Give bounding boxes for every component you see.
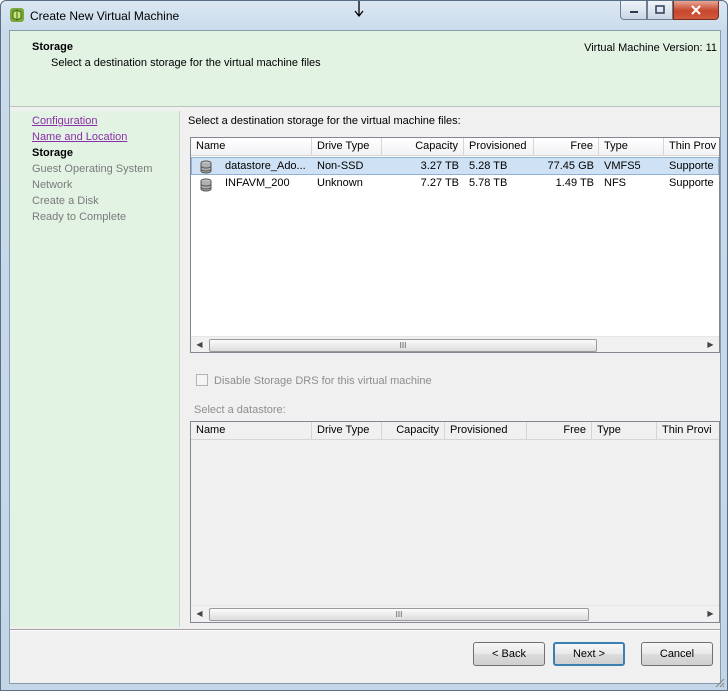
nav-item-create-disk: Create a Disk bbox=[32, 195, 99, 207]
cell-name: INFAVM_200 bbox=[225, 177, 290, 189]
maximize-button[interactable] bbox=[647, 1, 673, 20]
cell-capacity: 7.27 TB bbox=[420, 177, 459, 189]
cell-drive-type: Non-SSD bbox=[317, 160, 364, 172]
wizard-body: Storage Select a destination storage for… bbox=[9, 30, 721, 684]
cell-capacity: 3.27 TB bbox=[420, 160, 459, 172]
window-frame: Create New Virtual Machine Storage Selec… bbox=[0, 0, 728, 691]
column-header-name[interactable]: Name bbox=[191, 422, 312, 440]
wizard-header: Storage Select a destination storage for… bbox=[10, 31, 720, 107]
maximize-icon bbox=[655, 5, 665, 14]
datastore-icon bbox=[200, 178, 212, 192]
cell-provisioned: 5.28 TB bbox=[469, 160, 508, 172]
cell-provisioned: 5.78 TB bbox=[469, 177, 508, 189]
page-subtitle: Select a destination storage for the vir… bbox=[51, 57, 321, 69]
close-button[interactable] bbox=[673, 1, 719, 20]
nav-item-guest-os: Guest Operating System bbox=[32, 163, 153, 175]
horizontal-scrollbar[interactable]: ◀ III ▶ bbox=[191, 605, 719, 622]
cell-drive-type: Unknown bbox=[317, 177, 363, 189]
scrollbar-thumb[interactable]: III bbox=[209, 608, 589, 621]
column-header-free[interactable]: Free bbox=[527, 422, 592, 440]
wizard-steps-nav: Configuration Name and Location Storage … bbox=[10, 111, 180, 627]
storage-table-label: Select a destination storage for the vir… bbox=[188, 115, 461, 127]
column-header-free[interactable]: Free bbox=[534, 138, 599, 156]
table-row[interactable]: datastore_Ado... Non-SSD 3.27 TB 5.28 TB… bbox=[191, 157, 719, 175]
storage-table[interactable]: Name Drive Type Capacity Provisioned Fre… bbox=[190, 137, 720, 353]
cell-name: datastore_Ado... bbox=[225, 160, 306, 172]
column-header-capacity[interactable]: Capacity bbox=[382, 422, 445, 440]
minimize-button[interactable] bbox=[620, 1, 647, 20]
cell-type: VMFS5 bbox=[604, 160, 641, 172]
nav-item-configuration[interactable]: Configuration bbox=[32, 115, 97, 127]
minimize-icon bbox=[629, 11, 638, 13]
column-header-type[interactable]: Type bbox=[592, 422, 657, 440]
horizontal-scrollbar[interactable]: ◀ III ▶ bbox=[191, 336, 719, 352]
vm-version-label: Virtual Machine Version: 11 bbox=[584, 42, 717, 54]
table-header: Name Drive Type Capacity Provisioned Fre… bbox=[191, 138, 719, 156]
column-header-drive-type[interactable]: Drive Type bbox=[312, 422, 382, 440]
cell-thin-prov: Supporte bbox=[669, 160, 714, 172]
column-header-capacity[interactable]: Capacity bbox=[382, 138, 464, 156]
footer-divider bbox=[10, 629, 720, 631]
column-header-name[interactable]: Name bbox=[191, 138, 312, 156]
nav-item-ready-to-complete: Ready to Complete bbox=[32, 211, 127, 223]
scroll-left-icon[interactable]: ◀ bbox=[191, 606, 208, 622]
disable-storage-drs-checkbox[interactable]: Disable Storage DRS for this virtual mac… bbox=[196, 374, 432, 387]
nav-item-network: Network bbox=[32, 179, 73, 191]
scroll-left-icon[interactable]: ◀ bbox=[191, 337, 208, 352]
scroll-right-icon[interactable]: ▶ bbox=[702, 606, 719, 622]
scroll-right-icon[interactable]: ▶ bbox=[702, 337, 719, 352]
cell-type: NFS bbox=[604, 177, 626, 189]
back-button[interactable]: < Back bbox=[473, 642, 545, 666]
window-title: Create New Virtual Machine bbox=[30, 9, 180, 23]
datastore-table[interactable]: Name Drive Type Capacity Provisioned Fre… bbox=[190, 421, 720, 623]
checkbox-label: Disable Storage DRS for this virtual mac… bbox=[214, 375, 432, 387]
column-header-provisioned[interactable]: Provisioned bbox=[464, 138, 534, 156]
column-header-drive-type[interactable]: Drive Type bbox=[312, 138, 382, 156]
cell-free: 77.45 GB bbox=[547, 160, 594, 172]
table-row[interactable]: INFAVM_200 Unknown 7.27 TB 5.78 TB 1.49 … bbox=[191, 175, 719, 193]
page-title: Storage bbox=[32, 41, 73, 53]
column-header-type[interactable]: Type bbox=[599, 138, 664, 156]
nav-item-name-and-location[interactable]: Name and Location bbox=[32, 131, 127, 143]
nav-item-storage: Storage bbox=[32, 147, 73, 159]
cell-free: 1.49 TB bbox=[555, 177, 594, 189]
datastore-icon bbox=[200, 160, 212, 174]
column-header-thin-prov[interactable]: Thin Provi bbox=[657, 422, 719, 440]
table-header: Name Drive Type Capacity Provisioned Fre… bbox=[191, 422, 719, 440]
column-header-thin-prov[interactable]: Thin Prov bbox=[664, 138, 719, 156]
cancel-button[interactable]: Cancel bbox=[641, 642, 713, 666]
scrollbar-thumb[interactable]: III bbox=[209, 339, 597, 352]
column-header-provisioned[interactable]: Provisioned bbox=[445, 422, 527, 440]
title-bar[interactable]: Create New Virtual Machine bbox=[1, 1, 727, 30]
next-button[interactable]: Next > bbox=[553, 642, 625, 666]
resize-cursor-icon bbox=[354, 1, 364, 18]
select-datastore-label: Select a datastore: bbox=[194, 404, 286, 416]
checkbox-box[interactable] bbox=[196, 374, 208, 386]
vsphere-app-icon bbox=[10, 8, 24, 22]
close-icon bbox=[691, 5, 701, 15]
cell-thin-prov: Supporte bbox=[669, 177, 714, 189]
resize-grip-icon[interactable] bbox=[713, 676, 725, 688]
